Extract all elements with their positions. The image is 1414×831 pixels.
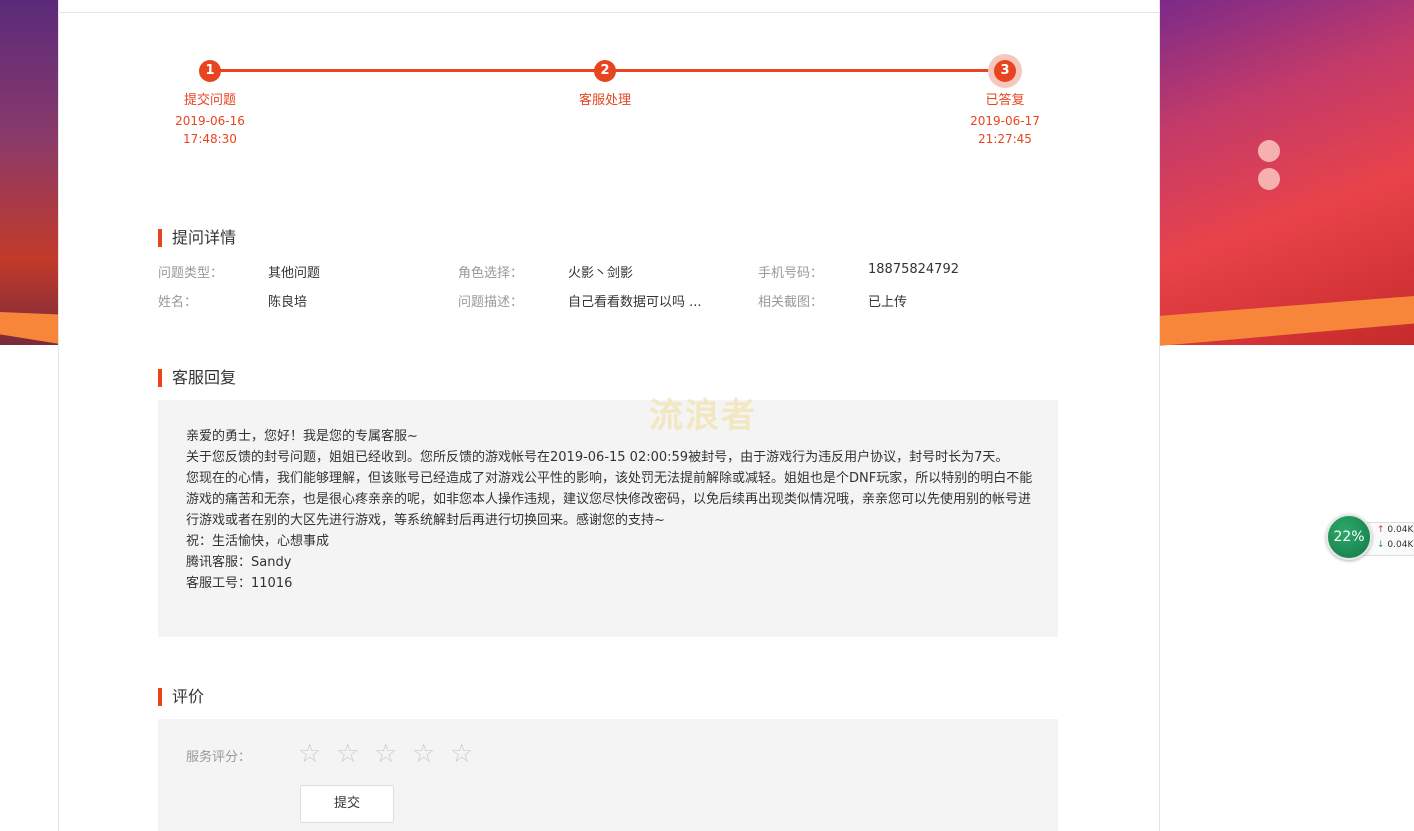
step-label: 已答复 bbox=[985, 93, 1025, 108]
reply-line: 您现在的心情，我们能够理解，但该账号已经造成了对游戏公平性的影响，该处罚无法提前… bbox=[186, 471, 1033, 528]
progress-step-submit: 1 提交问题 2019-06-16 17:48:30 bbox=[150, 60, 270, 148]
step-label: 提交问题 bbox=[183, 93, 236, 108]
detail-label-type: 问题类型： bbox=[158, 266, 224, 281]
step-label: 客服处理 bbox=[578, 93, 631, 108]
detail-value-description[interactable]: 自己看看数据可以吗 ... bbox=[568, 291, 702, 310]
step-number-badge: 2 bbox=[594, 60, 616, 82]
section-title-evaluation: 评价 bbox=[158, 688, 204, 706]
detail-label-screenshot: 相关截图： bbox=[758, 295, 824, 310]
upload-speed: 0.04K bbox=[1387, 525, 1414, 535]
step-number-badge: 1 bbox=[199, 60, 221, 82]
detail-value-role: 火影丶剑影 bbox=[568, 266, 634, 281]
step-date: 2019-06-17 21:27:45 bbox=[970, 114, 1040, 146]
background-right-decoration bbox=[1158, 0, 1414, 345]
network-speed-widget[interactable]: ↑ 0.04K ↓ 0.04K 22% bbox=[1326, 514, 1414, 560]
detail-label-role: 角色选择： bbox=[458, 266, 524, 281]
section-title-details: 提问详情 bbox=[158, 229, 236, 247]
reply-line: 亲爱的勇士，您好！我是您的专属客服~ bbox=[186, 429, 418, 444]
detail-value-screenshot[interactable]: 已上传 bbox=[868, 291, 907, 310]
reply-line: 客服工号：11016 bbox=[186, 576, 293, 591]
progress-step-answered: 3 已答复 2019-06-17 21:27:45 bbox=[945, 60, 1065, 148]
reply-panel: 亲爱的勇士，您好！我是您的专属客服~ 关于您反馈的封号问题，姐姐已经收到。您所反… bbox=[158, 400, 1058, 637]
download-speed: 0.04K bbox=[1387, 540, 1414, 550]
memory-usage-percent[interactable]: 22% bbox=[1326, 514, 1372, 560]
star-icon[interactable]: ☆ bbox=[298, 739, 336, 769]
lantern-icon bbox=[1258, 168, 1280, 190]
reply-line: 祝：生活愉快，心想事成 bbox=[186, 534, 330, 549]
section-title-reply: 客服回复 bbox=[158, 369, 236, 387]
rating-stars: ☆ ☆ ☆ ☆ ☆ bbox=[298, 739, 488, 769]
reply-line: 腾讯客服：Sandy bbox=[186, 555, 292, 570]
rating-label: 服务评分： bbox=[186, 750, 252, 765]
detail-label-description: 问题描述： bbox=[458, 295, 524, 310]
evaluation-panel: 服务评分： ☆ ☆ ☆ ☆ ☆ 提交 bbox=[158, 719, 1058, 831]
upload-arrow-icon: ↑ bbox=[1377, 525, 1385, 535]
main-panel: 1 提交问题 2019-06-16 17:48:30 2 客服处理 3 已答复 … bbox=[58, 0, 1160, 831]
reply-line: 关于您反馈的封号问题，姐姐已经收到。您所反馈的游戏帐号在2019-06-15 0… bbox=[186, 450, 1009, 465]
detail-label-name: 姓名： bbox=[158, 295, 198, 310]
star-icon[interactable]: ☆ bbox=[412, 739, 450, 769]
reply-message: 亲爱的勇士，您好！我是您的专属客服~ 关于您反馈的封号问题，姐姐已经收到。您所反… bbox=[186, 426, 1034, 594]
detail-value-phone: 18875824792 bbox=[868, 262, 959, 277]
star-icon[interactable]: ☆ bbox=[336, 739, 374, 769]
background-left-decoration bbox=[0, 0, 60, 345]
detail-value-type: 其他问题 bbox=[268, 266, 321, 281]
divider bbox=[59, 12, 1159, 13]
star-icon[interactable]: ☆ bbox=[450, 739, 488, 769]
star-icon[interactable]: ☆ bbox=[374, 739, 412, 769]
download-arrow-icon: ↓ bbox=[1377, 540, 1385, 550]
submit-button[interactable]: 提交 bbox=[300, 785, 394, 823]
watermark: 流浪者 bbox=[649, 396, 757, 436]
detail-label-phone: 手机号码： bbox=[758, 266, 824, 281]
detail-value-name: 陈良培 bbox=[268, 295, 308, 310]
lantern-icon bbox=[1258, 140, 1280, 162]
progress-step-processing: 2 客服处理 bbox=[545, 60, 665, 108]
step-date: 2019-06-16 17:48:30 bbox=[175, 114, 245, 146]
step-number-badge: 3 bbox=[994, 60, 1016, 82]
